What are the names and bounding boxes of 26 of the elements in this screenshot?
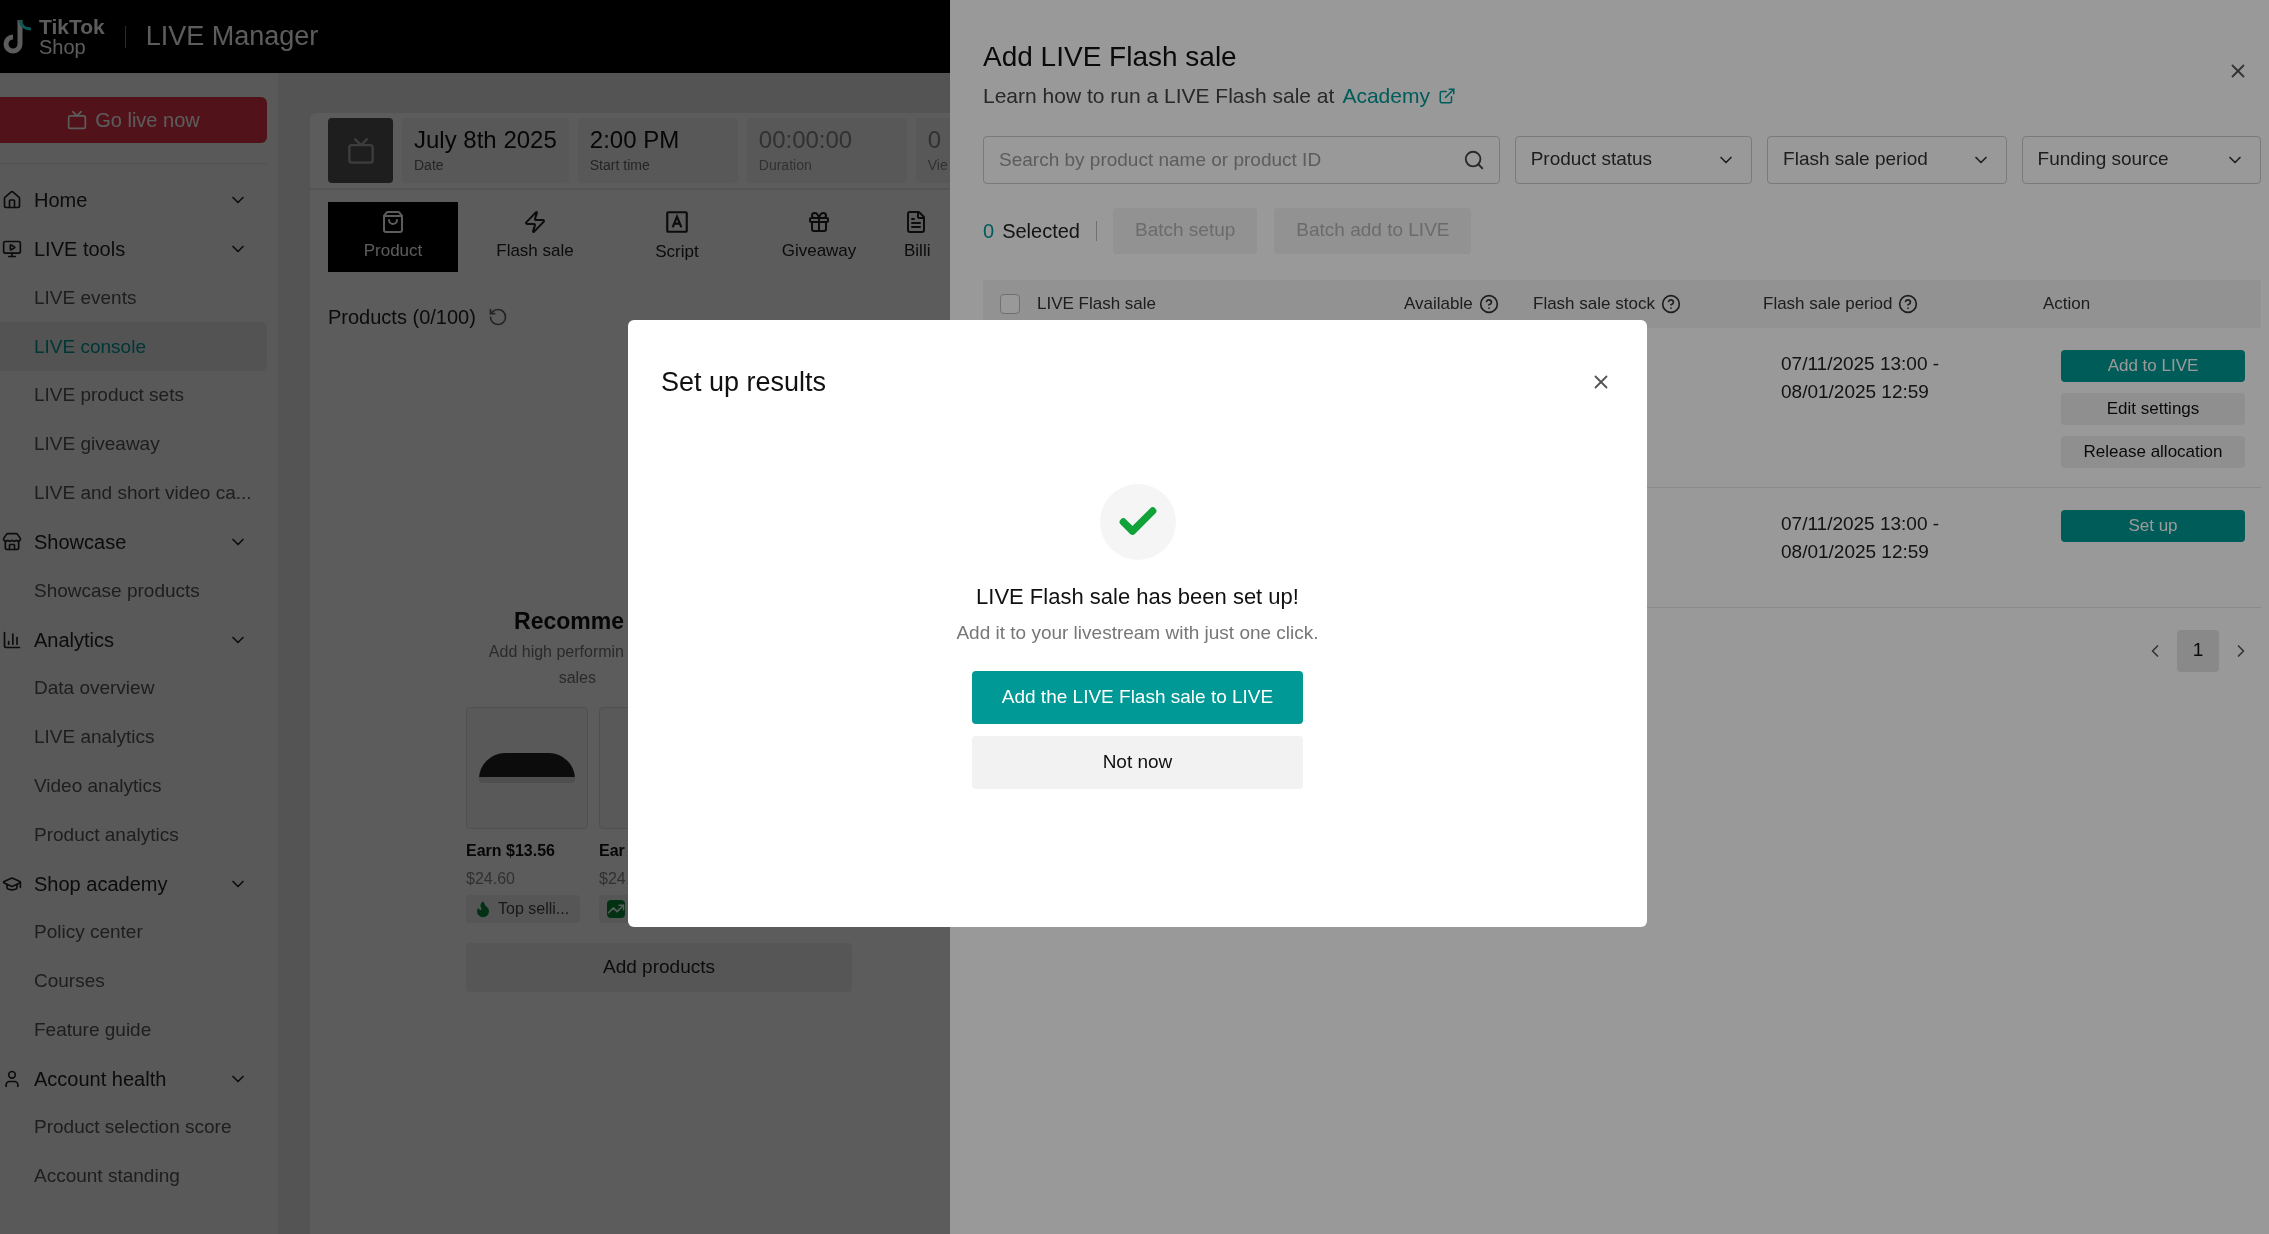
selected-label: Selected: [1002, 218, 1080, 244]
selected-count: 0: [983, 218, 995, 244]
period-end: 08/01/2025 12:59: [1781, 540, 1930, 564]
drawer-title: Add LIVE Flash sale: [983, 40, 1237, 74]
earn-amount: Earn $13.56: [466, 840, 556, 861]
logo-text: TikTok: [39, 16, 105, 37]
products-title: Products (0/100): [328, 305, 476, 330]
column-label: Flash sale period: [1763, 292, 1893, 315]
period-end: 08/01/2025 12:59: [1781, 380, 1930, 404]
earn-amount: Ear: [599, 840, 626, 861]
period-start: 07/11/2025 13:00 -: [1781, 351, 1941, 376]
column-label: Action: [2043, 292, 2091, 315]
dialog-heading: LIVE Flash sale has been set up!: [976, 582, 1299, 611]
stat-value: July 8th 2025: [414, 125, 557, 155]
stat-value: 2:00 PM: [589, 125, 680, 155]
column-label: LIVE Flash sale: [1037, 292, 1157, 315]
drawer-subtitle: Learn how to run a LIVE Flash sale at: [983, 83, 1335, 109]
logo-text: Shop: [39, 36, 87, 57]
recommend-title: Recomme: [514, 607, 624, 636]
dialog-title: Set up results: [661, 366, 827, 399]
dialog-text: Add it to your livestream with just one click.: [956, 620, 1319, 645]
app-title: LIVE Manager: [145, 20, 319, 54]
tag-label: Top selli...: [498, 898, 570, 919]
column-label: Available: [1404, 292, 1473, 315]
period-start: 07/11/2025 13:00 -: [1781, 511, 1941, 536]
column-label: Flash sale stock: [1533, 292, 1655, 315]
